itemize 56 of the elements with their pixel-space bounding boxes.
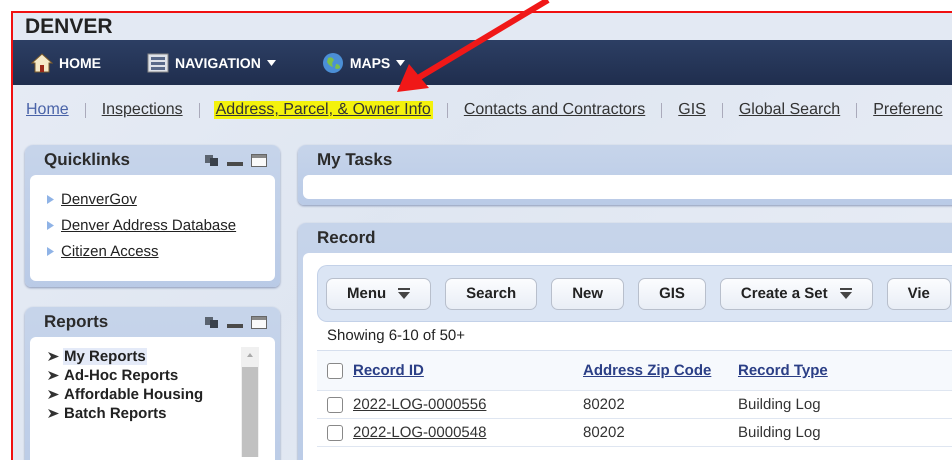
report-folder[interactable]: My Reports — [63, 348, 147, 365]
nav-menu-item[interactable]: MAPS — [322, 52, 406, 74]
toolbar-button[interactable]: GIS — [638, 278, 706, 310]
toolbar-button[interactable]: New — [551, 278, 624, 310]
row-checkbox[interactable] — [327, 396, 343, 412]
maximize-icon[interactable] — [251, 154, 267, 166]
quick-link[interactable]: Denver Address Database — [61, 217, 236, 234]
nav-menu-item[interactable]: HOME — [31, 52, 101, 72]
panel-title: Quicklinks — [44, 150, 131, 170]
expand-arrow-icon[interactable] — [48, 389, 59, 400]
column-header[interactable]: Record ID — [353, 362, 583, 379]
table-cell-text: 80202 — [583, 424, 626, 441]
nav-link[interactable]: Contacts and Contractors — [462, 101, 648, 119]
globe-icon — [322, 52, 344, 74]
refresh-icon[interactable] — [204, 153, 219, 167]
expand-arrow-icon[interactable] — [48, 351, 59, 362]
panel-title: Record — [317, 228, 377, 248]
toolbar-button[interactable]: Menu — [326, 278, 432, 310]
bullet-icon — [47, 195, 54, 204]
table-cell-text: Building Log — [738, 424, 822, 441]
nav-link[interactable]: Home — [24, 101, 71, 119]
maximize-icon[interactable] — [251, 316, 267, 328]
column-header[interactable]: Address Zip Code — [583, 362, 738, 379]
record-link[interactable]: 2022-LOG-0000548 — [353, 424, 583, 441]
toolbar-button[interactable]: Create a Set — [720, 278, 873, 310]
bullet-icon — [47, 247, 54, 256]
results-count: Showing 6-10 of 50+ — [326, 326, 466, 344]
nav-link[interactable]: GIS — [676, 101, 708, 119]
nav-link[interactable]: Inspections — [100, 101, 185, 119]
quick-link[interactable]: Citizen Access — [61, 243, 159, 260]
house-icon — [31, 52, 53, 72]
panel-title: Reports — [44, 312, 110, 332]
refresh-icon[interactable] — [204, 315, 219, 329]
list-icon — [147, 52, 169, 72]
report-folder[interactable]: Affordable Housing — [63, 386, 204, 403]
select-all-checkbox[interactable] — [327, 362, 343, 378]
panel-title: My Tasks — [317, 150, 394, 170]
site-logo: DENVER — [25, 14, 113, 38]
nav-link[interactable]: Preferenc — [871, 101, 945, 119]
highlighted-link[interactable]: Address, Parcel, & Owner Info — [214, 101, 433, 119]
row-checkbox[interactable] — [327, 424, 343, 440]
scrollbar[interactable] — [241, 347, 259, 457]
column-header[interactable]: Record Type — [738, 362, 888, 379]
toolbar-button[interactable]: Search — [445, 278, 538, 310]
table-cell-text: 80202 — [583, 396, 626, 413]
report-folder[interactable]: Ad-Hoc Reports — [63, 367, 180, 384]
expand-arrow-icon[interactable] — [48, 370, 59, 381]
nav-menu-item[interactable]: NAVIGATION — [147, 52, 276, 72]
expand-arrow-icon[interactable] — [48, 408, 59, 419]
toolbar-button[interactable]: Vie — [886, 278, 951, 310]
report-folder[interactable]: Batch Reports — [63, 405, 168, 422]
quick-link[interactable]: DenverGov — [61, 191, 137, 208]
nav-link[interactable]: Global Search — [736, 101, 842, 119]
table-cell-text: Building Log — [738, 396, 822, 413]
record-link[interactable]: 2022-LOG-0000556 — [353, 396, 583, 413]
bullet-icon — [47, 221, 54, 230]
